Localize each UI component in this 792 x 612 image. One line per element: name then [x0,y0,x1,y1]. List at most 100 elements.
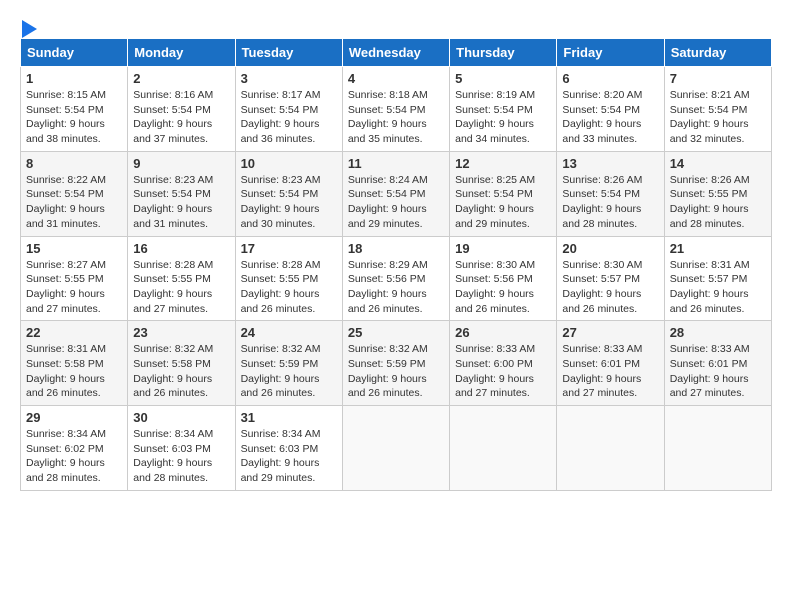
day-number: 4 [348,71,444,86]
day-info: Sunrise: 8:17 AMSunset: 5:54 PMDaylight:… [241,89,321,145]
day-number: 25 [348,325,444,340]
day-number: 1 [26,71,122,86]
weekday-header-monday: Monday [128,39,235,67]
calendar-day-cell: 22 Sunrise: 8:31 AMSunset: 5:58 PMDaylig… [21,321,128,406]
day-info: Sunrise: 8:33 AMSunset: 6:01 PMDaylight:… [562,343,642,399]
day-info: Sunrise: 8:34 AMSunset: 6:03 PMDaylight:… [133,428,213,484]
day-info: Sunrise: 8:26 AMSunset: 5:54 PMDaylight:… [562,174,642,230]
calendar-day-cell: 7 Sunrise: 8:21 AMSunset: 5:54 PMDayligh… [664,67,771,152]
calendar-day-cell: 25 Sunrise: 8:32 AMSunset: 5:59 PMDaylig… [342,321,449,406]
day-number: 29 [26,410,122,425]
day-number: 27 [562,325,658,340]
calendar-week-row: 15 Sunrise: 8:27 AMSunset: 5:55 PMDaylig… [21,236,772,321]
day-info: Sunrise: 8:32 AMSunset: 5:58 PMDaylight:… [133,343,213,399]
day-info: Sunrise: 8:34 AMSunset: 6:02 PMDaylight:… [26,428,106,484]
weekday-header-sunday: Sunday [21,39,128,67]
day-info: Sunrise: 8:30 AMSunset: 5:57 PMDaylight:… [562,259,642,315]
calendar-day-cell: 29 Sunrise: 8:34 AMSunset: 6:02 PMDaylig… [21,406,128,491]
day-number: 16 [133,241,229,256]
day-number: 13 [562,156,658,171]
day-number: 24 [241,325,337,340]
calendar-day-cell: 11 Sunrise: 8:24 AMSunset: 5:54 PMDaylig… [342,151,449,236]
day-number: 7 [670,71,766,86]
day-number: 5 [455,71,551,86]
day-info: Sunrise: 8:30 AMSunset: 5:56 PMDaylight:… [455,259,535,315]
day-number: 9 [133,156,229,171]
day-info: Sunrise: 8:32 AMSunset: 5:59 PMDaylight:… [241,343,321,399]
calendar-day-cell: 5 Sunrise: 8:19 AMSunset: 5:54 PMDayligh… [450,67,557,152]
calendar-day-cell: 2 Sunrise: 8:16 AMSunset: 5:54 PMDayligh… [128,67,235,152]
empty-cell [450,406,557,491]
weekday-header-wednesday: Wednesday [342,39,449,67]
calendar-day-cell: 26 Sunrise: 8:33 AMSunset: 6:00 PMDaylig… [450,321,557,406]
day-number: 21 [670,241,766,256]
day-number: 2 [133,71,229,86]
calendar-day-cell: 30 Sunrise: 8:34 AMSunset: 6:03 PMDaylig… [128,406,235,491]
calendar-day-cell: 1 Sunrise: 8:15 AMSunset: 5:54 PMDayligh… [21,67,128,152]
day-number: 15 [26,241,122,256]
header [20,20,772,34]
day-info: Sunrise: 8:18 AMSunset: 5:54 PMDaylight:… [348,89,428,145]
day-info: Sunrise: 8:15 AMSunset: 5:54 PMDaylight:… [26,89,106,145]
day-number: 19 [455,241,551,256]
day-info: Sunrise: 8:20 AMSunset: 5:54 PMDaylight:… [562,89,642,145]
calendar-day-cell: 31 Sunrise: 8:34 AMSunset: 6:03 PMDaylig… [235,406,342,491]
day-number: 30 [133,410,229,425]
day-info: Sunrise: 8:33 AMSunset: 6:00 PMDaylight:… [455,343,535,399]
empty-cell [664,406,771,491]
day-number: 23 [133,325,229,340]
day-number: 10 [241,156,337,171]
day-info: Sunrise: 8:28 AMSunset: 5:55 PMDaylight:… [241,259,321,315]
day-number: 28 [670,325,766,340]
calendar-day-cell: 15 Sunrise: 8:27 AMSunset: 5:55 PMDaylig… [21,236,128,321]
page-container: SundayMondayTuesdayWednesdayThursdayFrid… [20,20,772,491]
logo-arrow-icon [22,20,37,38]
day-info: Sunrise: 8:31 AMSunset: 5:58 PMDaylight:… [26,343,106,399]
day-number: 11 [348,156,444,171]
day-number: 3 [241,71,337,86]
day-number: 20 [562,241,658,256]
calendar-day-cell: 23 Sunrise: 8:32 AMSunset: 5:58 PMDaylig… [128,321,235,406]
day-info: Sunrise: 8:32 AMSunset: 5:59 PMDaylight:… [348,343,428,399]
day-info: Sunrise: 8:25 AMSunset: 5:54 PMDaylight:… [455,174,535,230]
day-info: Sunrise: 8:16 AMSunset: 5:54 PMDaylight:… [133,89,213,145]
day-info: Sunrise: 8:22 AMSunset: 5:54 PMDaylight:… [26,174,106,230]
weekday-header-saturday: Saturday [664,39,771,67]
calendar-day-cell: 8 Sunrise: 8:22 AMSunset: 5:54 PMDayligh… [21,151,128,236]
day-info: Sunrise: 8:29 AMSunset: 5:56 PMDaylight:… [348,259,428,315]
day-info: Sunrise: 8:34 AMSunset: 6:03 PMDaylight:… [241,428,321,484]
calendar-day-cell: 20 Sunrise: 8:30 AMSunset: 5:57 PMDaylig… [557,236,664,321]
day-info: Sunrise: 8:31 AMSunset: 5:57 PMDaylight:… [670,259,750,315]
calendar-day-cell: 12 Sunrise: 8:25 AMSunset: 5:54 PMDaylig… [450,151,557,236]
day-number: 6 [562,71,658,86]
calendar-day-cell: 28 Sunrise: 8:33 AMSunset: 6:01 PMDaylig… [664,321,771,406]
calendar-day-cell: 13 Sunrise: 8:26 AMSunset: 5:54 PMDaylig… [557,151,664,236]
day-number: 12 [455,156,551,171]
day-number: 14 [670,156,766,171]
calendar-week-row: 22 Sunrise: 8:31 AMSunset: 5:58 PMDaylig… [21,321,772,406]
calendar-day-cell: 24 Sunrise: 8:32 AMSunset: 5:59 PMDaylig… [235,321,342,406]
weekday-header-row: SundayMondayTuesdayWednesdayThursdayFrid… [21,39,772,67]
weekday-header-friday: Friday [557,39,664,67]
calendar-day-cell: 16 Sunrise: 8:28 AMSunset: 5:55 PMDaylig… [128,236,235,321]
empty-cell [342,406,449,491]
weekday-header-tuesday: Tuesday [235,39,342,67]
day-info: Sunrise: 8:26 AMSunset: 5:55 PMDaylight:… [670,174,750,230]
calendar-week-row: 29 Sunrise: 8:34 AMSunset: 6:02 PMDaylig… [21,406,772,491]
weekday-header-thursday: Thursday [450,39,557,67]
calendar-day-cell: 3 Sunrise: 8:17 AMSunset: 5:54 PMDayligh… [235,67,342,152]
day-info: Sunrise: 8:33 AMSunset: 6:01 PMDaylight:… [670,343,750,399]
calendar-day-cell: 9 Sunrise: 8:23 AMSunset: 5:54 PMDayligh… [128,151,235,236]
day-number: 22 [26,325,122,340]
day-info: Sunrise: 8:24 AMSunset: 5:54 PMDaylight:… [348,174,428,230]
day-info: Sunrise: 8:23 AMSunset: 5:54 PMDaylight:… [241,174,321,230]
calendar-day-cell: 27 Sunrise: 8:33 AMSunset: 6:01 PMDaylig… [557,321,664,406]
day-number: 17 [241,241,337,256]
calendar-day-cell: 10 Sunrise: 8:23 AMSunset: 5:54 PMDaylig… [235,151,342,236]
calendar-day-cell: 4 Sunrise: 8:18 AMSunset: 5:54 PMDayligh… [342,67,449,152]
day-number: 18 [348,241,444,256]
day-info: Sunrise: 8:19 AMSunset: 5:54 PMDaylight:… [455,89,535,145]
day-info: Sunrise: 8:23 AMSunset: 5:54 PMDaylight:… [133,174,213,230]
calendar-table: SundayMondayTuesdayWednesdayThursdayFrid… [20,38,772,491]
calendar-week-row: 1 Sunrise: 8:15 AMSunset: 5:54 PMDayligh… [21,67,772,152]
